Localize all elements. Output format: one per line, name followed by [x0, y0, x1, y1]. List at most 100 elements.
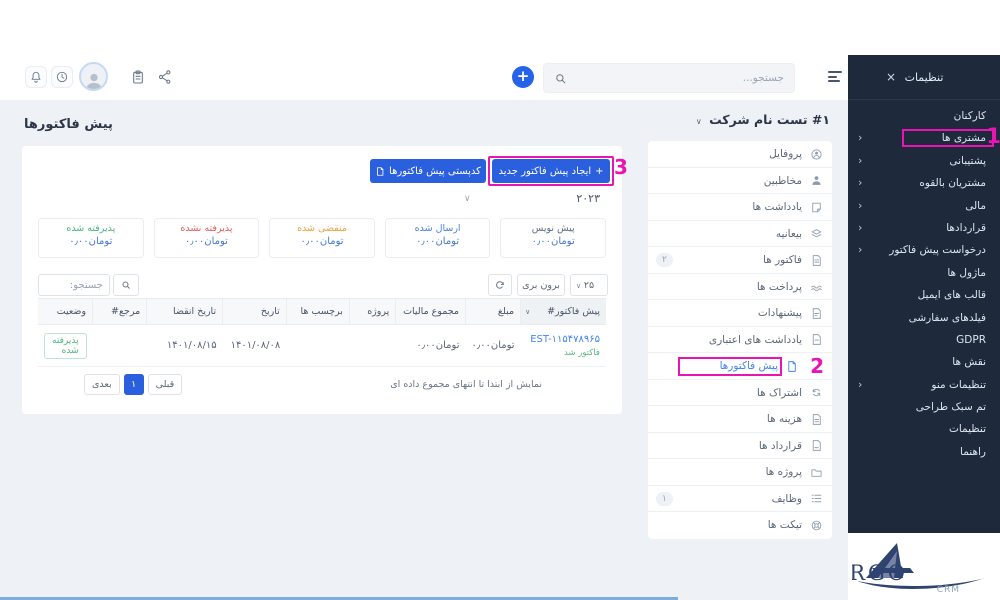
cell-tags [286, 325, 349, 367]
settings-title: تنظیمات [848, 55, 1000, 100]
stat-label: منقضی شده [270, 223, 374, 234]
table-search-button[interactable] [113, 274, 139, 296]
menu-item-payments[interactable]: پرداخت ها [648, 274, 832, 301]
column-label: مجموع مالیات [403, 306, 459, 317]
folder-icon [810, 466, 823, 479]
column-tags[interactable]: برچسب ها [286, 299, 349, 325]
menu-item-projects[interactable]: پروژه ها [648, 459, 832, 486]
estimate-link[interactable]: EST-۱۱۵۴۷۸۹۶۵ [527, 334, 600, 345]
zip-estimates-button[interactable]: کدپستی پیش فاکتورها [370, 159, 486, 183]
menu-item-notes[interactable]: یادداشت ها [648, 194, 832, 221]
year-filter[interactable]: ۲۰۲۳ [576, 192, 600, 205]
column-label: تاریخ انقضا [173, 306, 216, 317]
page-title: پیش فاکتورها [24, 117, 113, 132]
menu-item-expenses[interactable]: هزینه ها [648, 406, 832, 433]
settings-item-gdpr[interactable]: GDPR [848, 329, 1000, 351]
table-info-text: نمایش از ابتدا تا انتهای مجموع داده ای [390, 379, 542, 390]
timers-button[interactable] [51, 66, 73, 88]
menu-item-invoices[interactable]: فاکتور ها ۲ [648, 247, 832, 274]
menu-item-subscriptions[interactable]: اشتراک ها [648, 380, 832, 407]
column-total-tax[interactable]: مجموع مالیات [396, 299, 466, 325]
settings-item-label: تنظیمات منو [931, 379, 986, 391]
settings-item-menu-settings[interactable]: تنظیمات منو‹ [848, 374, 1000, 396]
stat-declined[interactable]: پذیرفته نشده تومان۰٫۰۰ [154, 218, 260, 258]
customer-name: #۱ تست نام شرکت [709, 112, 830, 127]
column-amount[interactable]: مبلغ [465, 299, 520, 325]
settings-item-label: مشتریان بالقوه [919, 177, 986, 189]
settings-item-estimate-request[interactable]: درخواست پیش فاکتور‹ [848, 239, 1000, 261]
global-search-input[interactable] [544, 64, 794, 92]
sidebar-toggle-button[interactable] [828, 71, 844, 82]
column-status[interactable]: وضعیت [38, 299, 93, 325]
menu-item-label: پروژه ها [766, 459, 802, 486]
stat-accepted[interactable]: پذیرفته شده تومان۰٫۰۰ [38, 218, 144, 258]
column-estimate-number[interactable]: ∨#پیش فاکتور [521, 299, 606, 325]
menu-item-tickets[interactable]: تیکت ها [648, 512, 832, 539]
menu-item-contacts[interactable]: مخاطبین [648, 168, 832, 195]
tasks-clipboard-button[interactable] [130, 69, 146, 89]
settings-item-help[interactable]: راهنما [848, 441, 1000, 463]
settings-item-employees[interactable]: کارکنان [848, 105, 1000, 127]
menu-item-estimates[interactable]: پیش فاکتورها 2 [648, 353, 832, 380]
column-expiry-date[interactable]: تاریخ انقضا [147, 299, 223, 325]
customer-profile-menu: پروفایل مخاطبین یادداشت ها بیعانیه فاکتو… [648, 141, 832, 539]
table-search-group [38, 274, 139, 296]
settings-item-modules[interactable]: ماژول ها [848, 262, 1000, 284]
quick-add-button[interactable]: + [512, 66, 534, 88]
menu-item-contracts[interactable]: قرارداد ها [648, 433, 832, 460]
repeat-icon [810, 386, 823, 399]
stat-sent[interactable]: ارسال شده تومان۰٫۰۰ [385, 218, 491, 258]
menu-item-label: پیشنهادات [758, 300, 802, 327]
notifications-button[interactable] [25, 66, 47, 88]
annotation-number-1: 1 [986, 125, 1000, 147]
column-date[interactable]: تاریخ [223, 299, 287, 325]
settings-item-settings[interactable]: تنظیمات [848, 418, 1000, 440]
column-reference[interactable]: #مرجع [93, 299, 147, 325]
next-page-button[interactable]: بعدی [84, 374, 120, 395]
stat-label: پذیرفته شده [39, 223, 143, 234]
menu-item-proposals[interactable]: پیشنهادات [648, 300, 832, 327]
column-project[interactable]: پروژه [349, 299, 395, 325]
settings-item-support[interactable]: پشتیبانی‹ [848, 150, 1000, 172]
person-icon [810, 174, 823, 187]
settings-item-finance[interactable]: مالی‹ [848, 195, 1000, 217]
menu-item-statement[interactable]: بیعانیه [648, 221, 832, 248]
settings-item-email-templates[interactable]: قالب های ایمیل [848, 284, 1000, 306]
proposal-icon [810, 307, 823, 320]
settings-item-label: GDPR [956, 334, 986, 346]
menu-item-label: مخاطبین [764, 168, 802, 195]
menu-item-label: پروفایل [769, 141, 802, 168]
stat-amount: تومان۰٫۰۰ [155, 236, 259, 247]
menu-item-tasks[interactable]: وظایف ۱ [648, 486, 832, 513]
stat-expired[interactable]: منقضی شده تومان۰٫۰۰ [269, 218, 375, 258]
cell-estimate-number: EST-۱۱۵۴۷۸۹۶۵ فاکتور شد [521, 325, 606, 367]
chevron-down-icon[interactable]: ∨ [464, 194, 471, 204]
column-label: #پیش فاکتور [547, 306, 600, 317]
per-page-select[interactable]: ۲۵ ∨ [570, 274, 608, 296]
settings-item-theme-style[interactable]: تم سبک طراحی [848, 396, 1000, 418]
contract-icon [810, 439, 823, 452]
export-button[interactable]: برون بری [517, 274, 565, 296]
stat-amount: تومان۰٫۰۰ [270, 236, 374, 247]
menu-item-profile[interactable]: پروفایل [648, 141, 832, 168]
avatar[interactable] [79, 62, 108, 91]
refresh-button[interactable] [488, 274, 512, 296]
customer-name-dropdown[interactable]: #۱ تست نام شرکت ∨ [696, 112, 830, 127]
menu-item-label: قرارداد ها [759, 433, 802, 460]
table-search-input[interactable] [38, 274, 110, 296]
settings-item-roles[interactable]: نقش ها [848, 351, 1000, 373]
settings-item-customers[interactable]: مشتری ها ‹ 1 [848, 127, 1000, 149]
close-icon[interactable]: × [886, 70, 896, 84]
page-1-button[interactable]: ۱ [124, 374, 144, 395]
settings-item-custom-fields[interactable]: فیلدهای سفارشی [848, 307, 1000, 329]
settings-item-leads[interactable]: مشتریان بالقوه‹ [848, 172, 1000, 194]
stat-draft[interactable]: پیش نویس تومان۰٫۰۰ [500, 218, 606, 258]
argo-crm-logo: RGO CRM [852, 537, 992, 597]
menu-item-label: هزینه ها [767, 406, 802, 433]
settings-item-label: تم سبک طراحی [916, 401, 986, 413]
settings-item-contracts[interactable]: قراردادها‹ [848, 217, 1000, 239]
menu-item-credit-notes[interactable]: یادداشت های اعتباری [648, 327, 832, 354]
prev-page-button[interactable]: قبلی [148, 374, 182, 395]
stat-label: ارسال شده [386, 223, 490, 234]
share-button[interactable] [157, 69, 173, 89]
